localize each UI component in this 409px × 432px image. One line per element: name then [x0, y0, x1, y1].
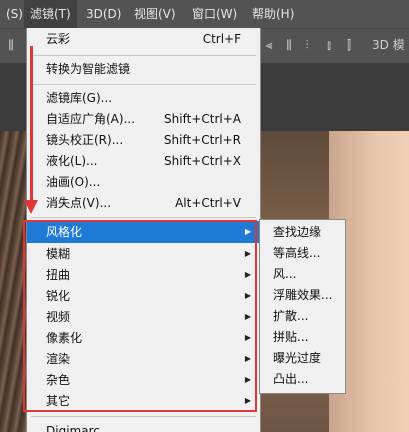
submenu-item-extrude[interactable]: 凸出...: [260, 369, 345, 390]
submenu-item-label: 凸出...: [273, 372, 309, 386]
submenu-item-label: 查找边缘: [273, 225, 322, 239]
submenu-item-trace-contour[interactable]: 等高线...: [260, 243, 345, 264]
menu-item-label: 镜头校正(R)...: [46, 133, 124, 147]
menu-filter[interactable]: 滤镜(T): [24, 0, 77, 28]
submenu-item-wind[interactable]: 风...: [260, 264, 345, 285]
menu-3d[interactable]: 3D(D): [80, 0, 127, 28]
submenu-item-label: 拼贴...: [273, 330, 309, 344]
menu-view[interactable]: 视图(V): [128, 0, 182, 28]
menu-item-label: Digimarc: [46, 424, 100, 432]
menubar: (S) 滤镜(T) 3D(D) 视图(V) 窗口(W) 帮助(H): [0, 0, 409, 28]
menu-item-label: 自适应广角(A)...: [46, 112, 136, 126]
submenu-item-tiles[interactable]: 拼贴...: [260, 327, 345, 348]
menu-separator: [31, 217, 256, 218]
distribute-icon[interactable]: ⫾: [322, 37, 336, 53]
distribute-icon[interactable]: ⫿: [342, 37, 356, 53]
submenu-item-diffuse[interactable]: 扩散...: [260, 306, 345, 327]
3d-mode-label: 3D 模: [372, 38, 405, 52]
submenu-item-label: 等高线...: [273, 246, 321, 260]
menu-item-label: 液化(L)...: [46, 154, 98, 168]
menu-item-label: 油画(O)...: [46, 175, 101, 189]
align-icon[interactable]: ⫼: [282, 37, 296, 53]
menu-item-shortcut: Ctrl+F: [202, 32, 241, 46]
menu-window[interactable]: 窗口(W): [186, 0, 243, 28]
menu-item-label: 消失点(V)...: [46, 196, 112, 210]
menu-item-oil-paint[interactable]: 油画(O)...: [27, 171, 260, 193]
menu-help[interactable]: 帮助(H): [246, 0, 300, 28]
menu-item-shortcut: Shift+Ctrl+X: [164, 154, 241, 168]
menu-item-convert-smart-filter[interactable]: 转换为智能滤镜: [27, 58, 260, 80]
submenu-item-label: 浮雕效果...: [273, 288, 333, 302]
menu-item-label: 滤镜库(G)...: [46, 91, 113, 105]
annotation-highlight-box: [23, 220, 257, 412]
align-icon[interactable]: ⫷: [262, 37, 276, 53]
menu-item-liquify[interactable]: 液化(L)... Shift+Ctrl+X: [27, 150, 260, 172]
annotation-arrowhead: [24, 200, 38, 214]
menu-item-label: 云彩: [46, 32, 71, 46]
menu-item-shortcut: Shift+Ctrl+A: [164, 112, 241, 126]
submenu-item-label: 风...: [273, 267, 297, 281]
submenu-item-emboss[interactable]: 浮雕效果...: [260, 285, 345, 306]
menu-item-lens-correction[interactable]: 镜头校正(R)... Shift+Ctrl+R: [27, 129, 260, 151]
submenu-item-label: 曝光过度: [273, 351, 322, 365]
menu-item-shortcut: Shift+Ctrl+R: [163, 133, 241, 147]
align-icon[interactable]: ⫼: [4, 37, 18, 53]
align-icon[interactable]: ⫶: [300, 37, 314, 53]
annotation-arrow: [30, 46, 33, 206]
stylize-submenu: 查找边缘 等高线... 风... 浮雕效果... 扩散... 拼贴... 曝光过…: [259, 219, 346, 394]
menu-separator: [31, 416, 256, 417]
menu-item-adaptive-wide-angle[interactable]: 自适应广角(A)... Shift+Ctrl+A: [27, 108, 260, 130]
menu-item-filter-gallery[interactable]: 滤镜库(G)...: [27, 87, 260, 109]
submenu-item-find-edges[interactable]: 查找边缘: [260, 222, 345, 243]
menu-item-label: 转换为智能滤镜: [46, 62, 131, 76]
menu-item-vanishing-point[interactable]: 消失点(V)... Alt+Ctrl+V: [27, 192, 260, 214]
menu-item-digimarc[interactable]: Digimarc: [27, 420, 260, 432]
menu-separator: [31, 55, 256, 56]
submenu-item-label: 扩散...: [273, 309, 309, 323]
menu-separator: [31, 84, 256, 85]
submenu-item-solarize[interactable]: 曝光过度: [260, 348, 345, 369]
menu-item-clouds[interactable]: 云彩 Ctrl+F: [27, 28, 260, 50]
menu-item-shortcut: Alt+Ctrl+V: [175, 196, 241, 210]
